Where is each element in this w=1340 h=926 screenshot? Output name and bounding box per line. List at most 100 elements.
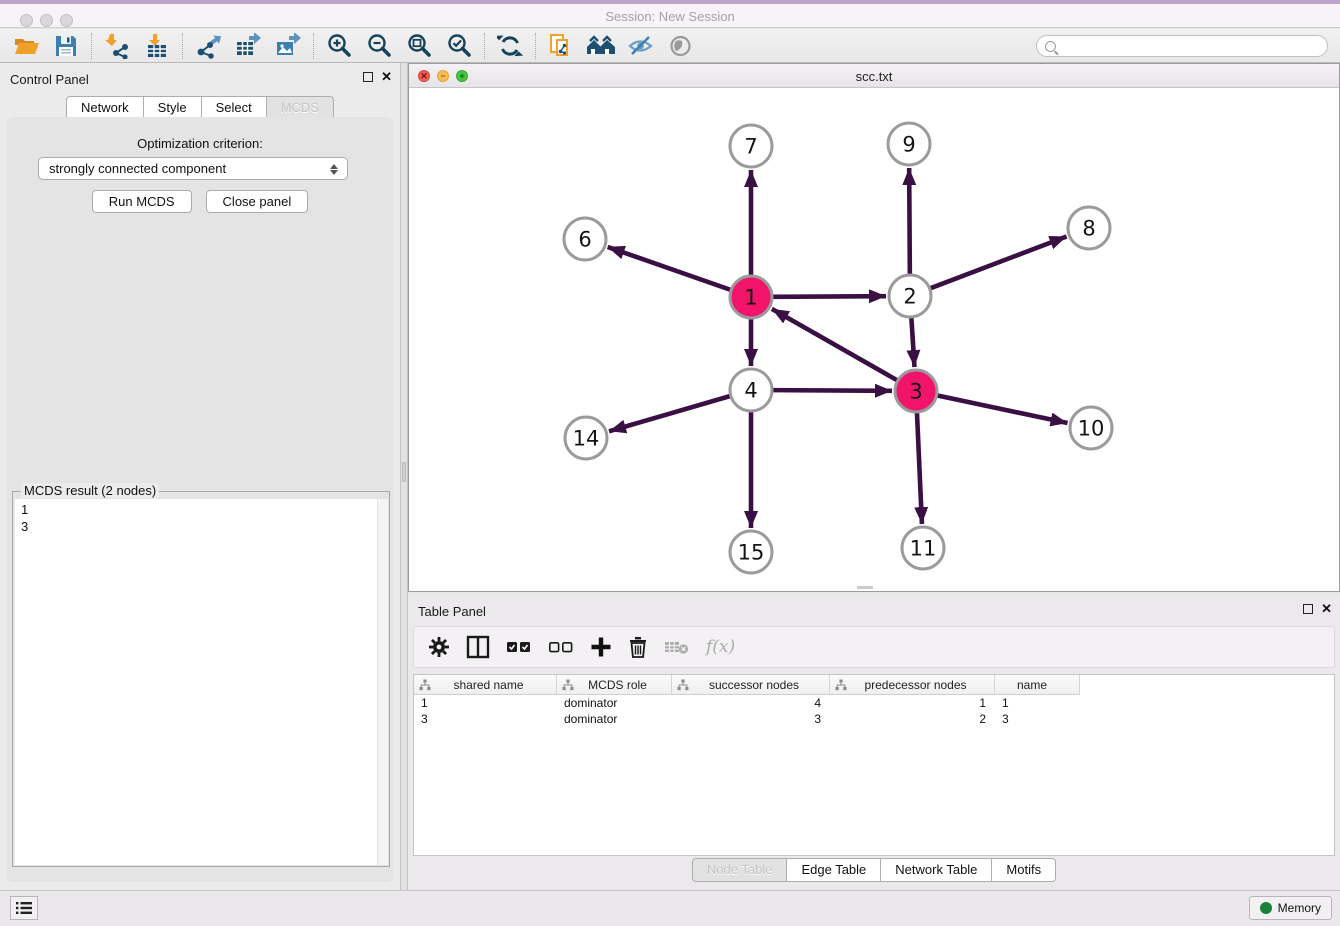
refresh-icon[interactable] [490, 31, 530, 61]
table-row[interactable]: 1dominator411 [414, 695, 1334, 711]
optimization-criterion-label: Optimization criterion: [0, 136, 400, 151]
graph-edge-2-3[interactable] [911, 318, 914, 367]
import-network-icon[interactable] [97, 31, 137, 61]
tab-node-table[interactable]: Node Table [692, 858, 788, 882]
mcds-result-text: 1 3 [21, 501, 28, 535]
graph-edge-2-8[interactable] [931, 237, 1067, 289]
graph-node-label: 11 [910, 536, 937, 560]
status-bar: Memory [0, 890, 1340, 926]
table-cell: 1 [995, 695, 1080, 711]
add-column-icon[interactable] [590, 634, 612, 660]
network-graph[interactable]: 7968124314101511 [409, 88, 1339, 591]
table-row[interactable]: 3dominator323 [414, 711, 1334, 727]
settings-gear-icon[interactable] [428, 634, 450, 660]
open-session-icon[interactable] [6, 31, 46, 61]
graph-edge-1-6[interactable] [608, 247, 731, 290]
network-canvas[interactable]: 7968124314101511 [409, 88, 1339, 591]
column-header-predecessor-nodes[interactable]: predecessor nodes [830, 675, 995, 695]
table-toolbar: f(x) [413, 626, 1335, 668]
zoom-selected-icon[interactable] [439, 31, 479, 61]
toolbar-separator [535, 33, 536, 59]
result-scrollbar[interactable] [377, 499, 388, 865]
splitter-handle-icon[interactable] [402, 462, 406, 482]
duplicate-network-icon[interactable] [541, 31, 581, 61]
table-header-row: shared nameMCDS rolesuccessor nodesprede… [414, 675, 1334, 695]
graph-node-label: 2 [903, 284, 916, 308]
search-field[interactable] [1036, 35, 1328, 57]
control-panel: Control Panel ✕ Network Style Select MCD… [0, 63, 400, 890]
graph-edge-3-10[interactable] [938, 396, 1068, 423]
delete-table-icon[interactable] [664, 634, 690, 660]
toolbar-separator [484, 33, 485, 59]
app-titlebar: Session: New Session [0, 4, 1340, 28]
tab-network-table[interactable]: Network Table [881, 858, 992, 882]
float-panel-icon[interactable] [363, 72, 373, 82]
graph-node-label: 10 [1078, 416, 1105, 440]
search-icon [1045, 41, 1056, 52]
criterion-select[interactable]: strongly connected component [38, 157, 348, 180]
table-cell: 3 [414, 711, 557, 727]
zoom-fit-icon[interactable] [399, 31, 439, 61]
graph-node-label: 4 [744, 378, 757, 402]
float-table-panel-icon[interactable] [1303, 604, 1313, 614]
table-cell: 3 [672, 711, 830, 727]
zoom-out-icon[interactable] [359, 31, 399, 61]
memory-button[interactable]: Memory [1249, 896, 1332, 920]
first-neighbors-icon[interactable] [581, 31, 621, 61]
mcds-result-title: MCDS result (2 nodes) [21, 483, 159, 498]
graph-edge-1-2[interactable] [773, 296, 886, 297]
graph-edge-2-9[interactable] [909, 168, 910, 274]
graph-edge-3-1[interactable] [772, 309, 897, 380]
table-panel: Table Panel ✕ [408, 595, 1340, 890]
list-icon [15, 901, 33, 915]
column-header-shared-name[interactable]: shared name [414, 675, 557, 695]
app-title: Session: New Session [0, 9, 1340, 24]
select-all-icon[interactable] [506, 634, 532, 660]
mcds-result-area[interactable]: 1 3 [15, 499, 388, 865]
main-toolbar [0, 29, 1340, 63]
close-table-panel-icon[interactable]: ✕ [1321, 604, 1332, 614]
show-column-panel-icon[interactable] [466, 634, 490, 660]
graph-edge-4-14[interactable] [609, 396, 730, 431]
table-cell: dominator [557, 695, 672, 711]
import-table-icon[interactable] [137, 31, 177, 61]
criterion-value: strongly connected component [49, 161, 226, 176]
export-image-icon[interactable] [268, 31, 308, 61]
memory-label: Memory [1278, 901, 1321, 915]
column-header-successor-nodes[interactable]: successor nodes [672, 675, 830, 695]
tab-motifs[interactable]: Motifs [992, 858, 1056, 882]
deselect-all-icon[interactable] [548, 634, 574, 660]
column-header-name[interactable]: name [995, 675, 1080, 695]
column-header-MCDS-role[interactable]: MCDS role [557, 675, 672, 695]
canvas-resize-handle[interactable] [857, 586, 873, 589]
close-panel-icon[interactable]: ✕ [381, 72, 392, 82]
graph-node-label: 1 [744, 285, 757, 309]
network-title: scc.txt [409, 69, 1339, 84]
toolbar-separator [313, 33, 314, 59]
memory-status-icon [1260, 902, 1272, 914]
hide-selected-icon[interactable] [621, 31, 661, 61]
graph-node-label: 14 [573, 426, 600, 450]
graph-node-label: 3 [909, 379, 922, 403]
task-history-button[interactable] [10, 896, 38, 920]
graph-edge-3-11[interactable] [917, 413, 922, 524]
delete-column-icon[interactable] [628, 634, 648, 660]
toolbar-separator [91, 33, 92, 59]
tab-edge-table[interactable]: Edge Table [787, 858, 881, 882]
save-session-icon[interactable] [46, 31, 86, 61]
run-mcds-button[interactable]: Run MCDS [92, 190, 192, 213]
mcds-result-fieldset: MCDS result (2 nodes) 1 3 [12, 491, 390, 867]
graph-edge-4-3[interactable] [773, 390, 892, 391]
export-table-icon[interactable] [228, 31, 268, 61]
close-panel-button[interactable]: Close panel [206, 190, 309, 213]
zoom-in-icon[interactable] [319, 31, 359, 61]
toolbar-separator [182, 33, 183, 59]
network-window-titlebar[interactable]: ✕ − + scc.txt [409, 64, 1339, 88]
export-network-icon[interactable] [188, 31, 228, 61]
panel-splitter[interactable] [400, 63, 408, 890]
control-panel-title: Control Panel [10, 72, 89, 87]
show-all-icon[interactable] [661, 31, 701, 61]
graph-node-label: 9 [902, 132, 915, 156]
table-panel-title: Table Panel [418, 604, 486, 619]
search-input[interactable] [1061, 37, 1327, 55]
